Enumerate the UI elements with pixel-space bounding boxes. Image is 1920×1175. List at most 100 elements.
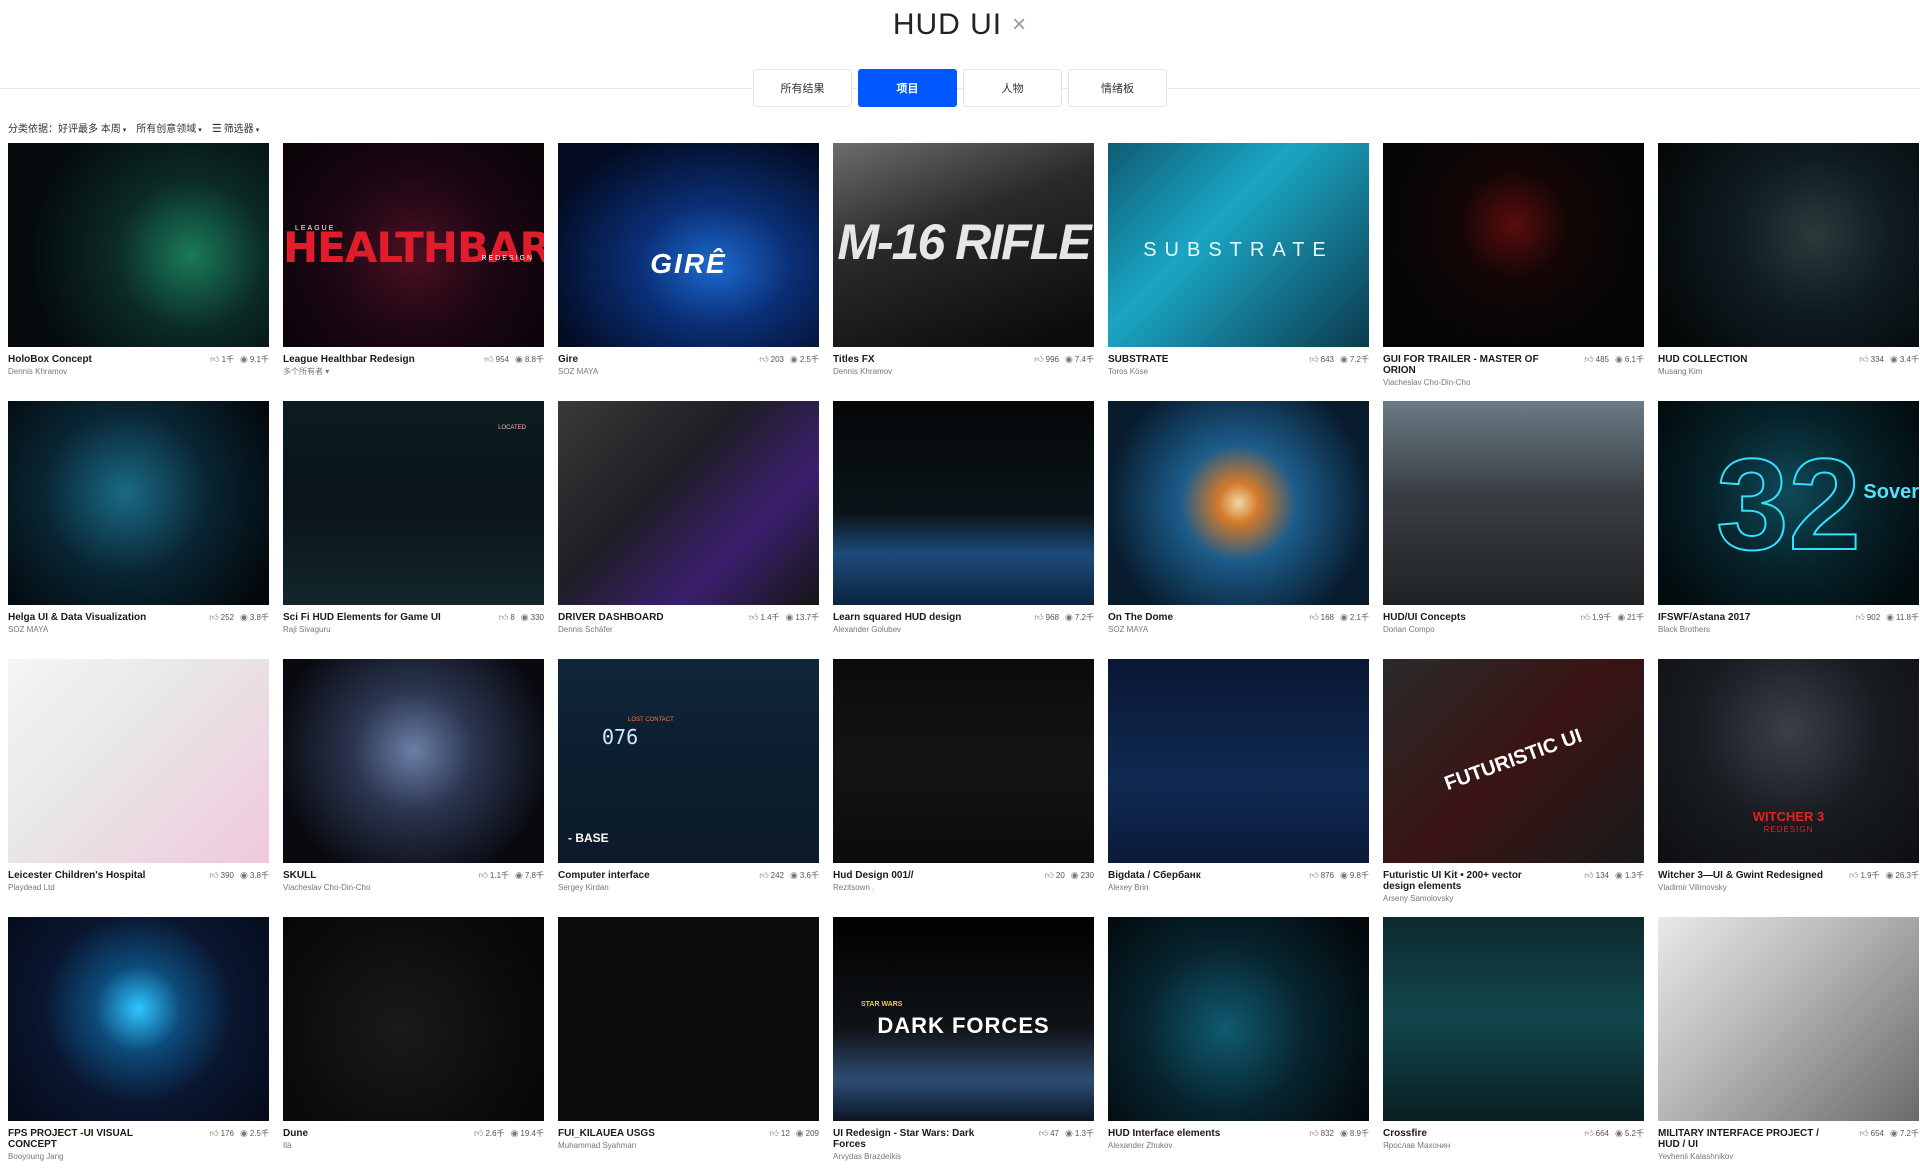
project-card[interactable]: MILITARY INTERFACE PROJECT / HUD / UI Yev… <box>1658 917 1919 1175</box>
project-title[interactable]: Crossfire <box>1383 1128 1427 1139</box>
project-thumbnail[interactable] <box>8 659 269 863</box>
project-owner[interactable]: 多个所有者 ▾ <box>283 366 451 377</box>
project-card[interactable]: HUD/UI Concepts Dorian Compo 👍︎ 1.9千 ◉ 21千 <box>1383 401 1644 659</box>
filters-dropdown[interactable]: ☰ 筛选器 ▾ <box>212 120 259 135</box>
project-thumbnail[interactable] <box>1108 917 1369 1121</box>
project-card[interactable]: LOCATED Sci Fi HUD Elements for Game UI Ra… <box>283 401 544 659</box>
project-thumbnail[interactable] <box>8 401 269 605</box>
project-card[interactable]: M-16 RIFLE Titles FX Dennis Khramov 👍︎ 996 ◉ 7… <box>833 143 1094 401</box>
project-card[interactable]: Helga UI & Data Visualization SOZ MAYA 👍︎ 2… <box>8 401 269 659</box>
project-title[interactable]: HUD COLLECTION <box>1658 354 1747 365</box>
tab-moodboards[interactable]: 情绪板 <box>1068 69 1167 107</box>
project-owner[interactable]: Toros Köse <box>1108 366 1276 377</box>
project-title[interactable]: Computer interface <box>558 870 650 881</box>
project-owner[interactable]: Ilà <box>283 1140 451 1151</box>
project-title[interactable]: Bigdata / Сбербанк <box>1108 870 1201 881</box>
project-title[interactable]: Sci Fi HUD Elements for Game UI <box>283 612 441 623</box>
project-owner[interactable]: Alexander Golubev <box>833 624 1001 635</box>
project-owner[interactable]: Yevhenii Kalashnikov <box>1658 1151 1826 1162</box>
project-card[interactable]: WITCHER 3 REDESIGN Witcher 3—UI & Gwint Re… <box>1658 659 1919 917</box>
project-card[interactable]: HEALTHBAR LEAGUE REDESIGN League Healthbar … <box>283 143 544 401</box>
project-thumbnail[interactable] <box>833 401 1094 605</box>
project-card[interactable]: - BASE 076 LOST CONTACT Computer interface S… <box>558 659 819 917</box>
creative-fields-dropdown[interactable]: 所有创意领域 ▾ <box>136 120 202 135</box>
project-thumbnail[interactable] <box>558 917 819 1121</box>
project-title[interactable]: HUD/UI Concepts <box>1383 612 1466 623</box>
project-card[interactable]: HUD COLLECTION Musang Kim 👍︎ 334 ◉ 3.4千 <box>1658 143 1919 401</box>
project-owner[interactable]: Dorian Compo <box>1383 624 1551 635</box>
project-card[interactable]: FUI_KILAUEA USGS Muhammad Syahman 👍︎ 12 ◉ 209 <box>558 917 819 1175</box>
project-thumbnail[interactable]: SUBSTRATE <box>1108 143 1369 347</box>
project-owner[interactable]: Muhammad Syahman <box>558 1140 726 1151</box>
project-thumbnail[interactable] <box>1108 659 1369 863</box>
project-title[interactable]: On The Dome <box>1108 612 1173 623</box>
tab-people[interactable]: 人物 <box>963 69 1062 107</box>
sort-dropdown[interactable]: 分类依据：好评最多 本周 ▾ <box>8 120 126 135</box>
project-thumbnail[interactable] <box>558 401 819 605</box>
project-owner[interactable]: Ярослав Махонин <box>1383 1140 1551 1151</box>
project-card[interactable]: GIRÊ Gire SOZ MAYA 👍︎ 203 ◉ 2.5千 <box>558 143 819 401</box>
project-card[interactable]: Dune Ilà 👍︎ 2.6千 ◉ 19.4千 <box>283 917 544 1175</box>
project-owner[interactable]: Dennis Khramov <box>8 366 176 377</box>
project-thumbnail[interactable]: GIRÊ <box>558 143 819 347</box>
project-title[interactable]: FPS PROJECT -UI VISUAL CONCEPT <box>8 1128 133 1150</box>
project-owner[interactable]: Dennis Khramov <box>833 366 1001 377</box>
project-thumbnail[interactable] <box>1383 401 1644 605</box>
project-title[interactable]: SKULL <box>283 870 316 881</box>
project-owner[interactable]: Viacheslav Cho-Din-Cho <box>283 882 451 893</box>
project-thumbnail[interactable] <box>1383 917 1644 1121</box>
project-card[interactable]: SKULL Viacheslav Cho-Din-Cho 👍︎ 1.1千 ◉ 7.8千 <box>283 659 544 917</box>
project-owner[interactable]: Musang Kim <box>1658 366 1826 377</box>
project-thumbnail[interactable]: WITCHER 3 REDESIGN <box>1658 659 1919 863</box>
project-title[interactable]: UI Redesign - Star Wars: Dark Forces <box>833 1128 974 1150</box>
project-card[interactable]: SUBSTRATE SUBSTRATE Toros Köse 👍︎ 643 ◉ 7.2千 <box>1108 143 1369 401</box>
project-thumbnail[interactable] <box>283 917 544 1121</box>
project-thumbnail[interactable] <box>8 917 269 1121</box>
project-thumbnail[interactable]: DARK FORCES STAR WARS <box>833 917 1094 1121</box>
project-owner[interactable]: Rezitsown . <box>833 882 1001 893</box>
project-card[interactable]: 32 Sover IFSWF/Astana 2017 Black Brothers 👍︎… <box>1658 401 1919 659</box>
project-owner[interactable]: SOZ MAYA <box>8 624 176 635</box>
project-title[interactable]: IFSWF/Astana 2017 <box>1658 612 1750 623</box>
project-thumbnail[interactable] <box>8 143 269 347</box>
project-title[interactable]: HUD Interface elements <box>1108 1128 1220 1139</box>
project-title[interactable]: Helga UI & Data Visualization <box>8 612 146 623</box>
project-title[interactable]: Futuristic UI Kit • 200+ vector design e… <box>1383 870 1522 892</box>
project-thumbnail[interactable] <box>1658 917 1919 1121</box>
project-thumbnail[interactable] <box>283 659 544 863</box>
project-owner[interactable]: Alexander Zhukov <box>1108 1140 1276 1151</box>
project-owner[interactable]: Viacheslav Cho-Din-Cho <box>1383 377 1551 388</box>
project-owner[interactable]: Alexey Brin <box>1108 882 1276 893</box>
project-thumbnail[interactable] <box>1108 401 1369 605</box>
project-card[interactable]: GUI FOR TRAILER - MASTER OF ORION Viaches… <box>1383 143 1644 401</box>
project-card[interactable]: DARK FORCES STAR WARS UI Redesign - Star W… <box>833 917 1094 1175</box>
project-thumbnail[interactable] <box>1658 143 1919 347</box>
project-thumbnail[interactable]: - BASE 076 LOST CONTACT <box>558 659 819 863</box>
project-title[interactable]: DRIVER DASHBOARD <box>558 612 664 623</box>
tab-all-results[interactable]: 所有结果 <box>753 69 852 107</box>
project-title[interactable]: FUI_KILAUEA USGS <box>558 1128 655 1139</box>
project-owner[interactable]: SOZ MAYA <box>558 366 726 377</box>
project-title[interactable]: Dune <box>283 1128 308 1139</box>
project-owner[interactable]: Vladimir Vilimovsky <box>1658 882 1826 893</box>
project-card[interactable]: HoloBox Concept Dennis Khramov 👍︎ 1千 ◉ 9.1千 <box>8 143 269 401</box>
project-card[interactable]: FUTURISTIC UI Futuristic UI Kit • 200+ ve… <box>1383 659 1644 917</box>
project-owner[interactable]: Arseny Samolovsky <box>1383 893 1551 904</box>
project-title[interactable]: Titles FX <box>833 354 875 365</box>
tab-projects[interactable]: 项目 <box>858 69 957 107</box>
project-title[interactable]: Leicester Children's Hospital <box>8 870 145 881</box>
project-card[interactable]: Crossfire Ярослав Махонин 👍︎ 664 ◉ 5.2千 <box>1383 917 1644 1175</box>
project-card[interactable]: DRIVER DASHBOARD Dennis Schäfer 👍︎ 1.4千 ◉ 13.… <box>558 401 819 659</box>
project-thumbnail[interactable]: 32 Sover <box>1658 401 1919 605</box>
project-owner[interactable]: Dennis Schäfer <box>558 624 726 635</box>
project-card[interactable]: On The Dome SOZ MAYA 👍︎ 168 ◉ 2.1千 <box>1108 401 1369 659</box>
project-title[interactable]: MILITARY INTERFACE PROJECT / HUD / UI <box>1658 1128 1819 1150</box>
project-title[interactable]: SUBSTRATE <box>1108 354 1168 365</box>
project-thumbnail[interactable]: FUTURISTIC UI <box>1383 659 1644 863</box>
project-card[interactable]: Hud Design 001//Rezitsown . 👍︎ 20 ◉ 230 <box>833 659 1094 917</box>
clear-search-icon[interactable]: × <box>1012 11 1027 39</box>
project-title[interactable]: League Healthbar Redesign <box>283 354 415 365</box>
project-thumbnail[interactable]: M-16 RIFLE <box>833 143 1094 347</box>
project-owner[interactable]: Arvydas Brazdeikis <box>833 1151 1001 1162</box>
project-owner[interactable]: Black Brothers <box>1658 624 1826 635</box>
